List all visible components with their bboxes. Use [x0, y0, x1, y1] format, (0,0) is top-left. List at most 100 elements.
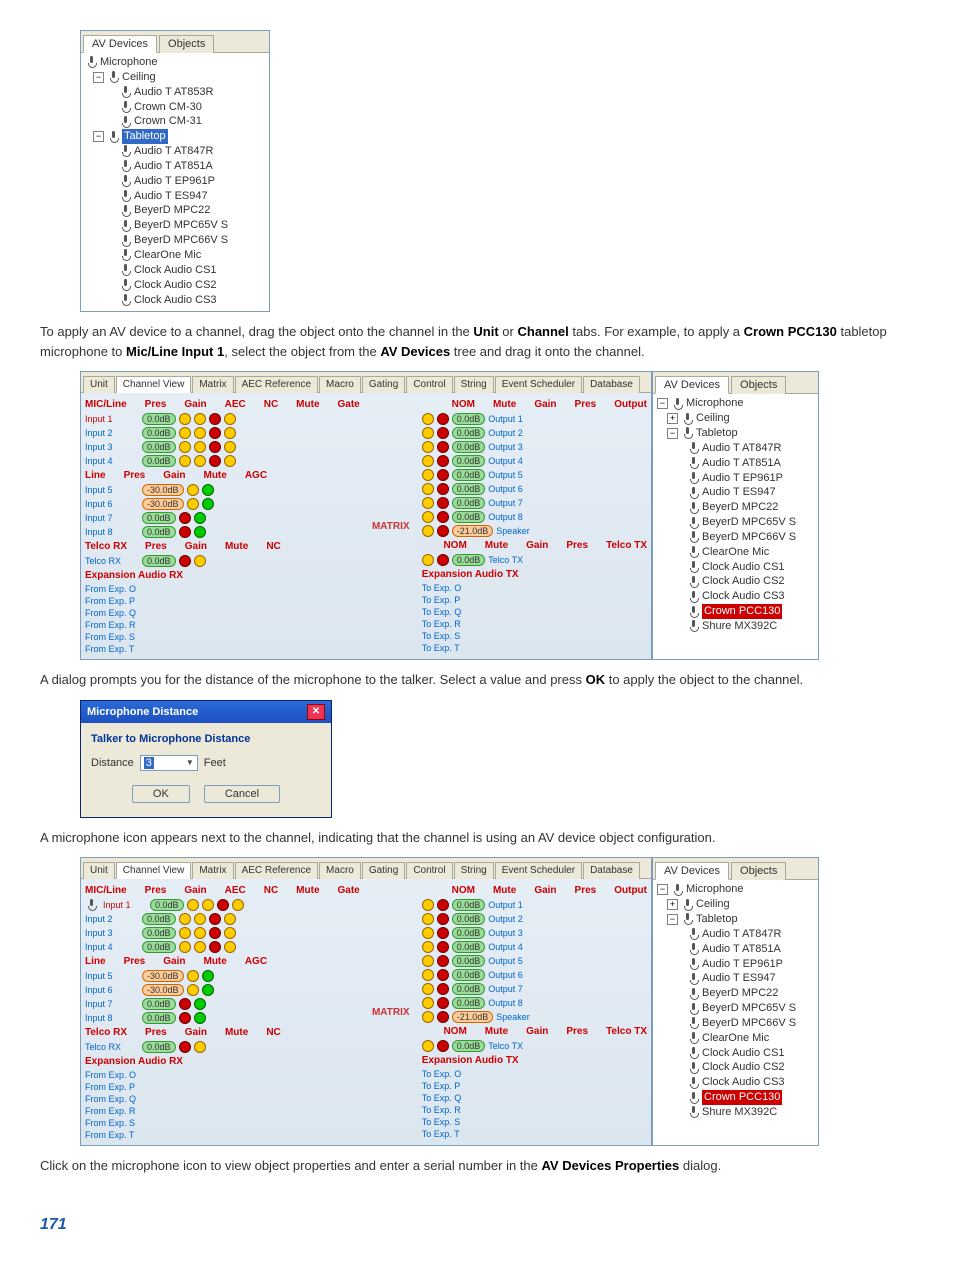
- nc-dot[interactable]: [194, 927, 206, 939]
- exp-out-row[interactable]: To Exp. O: [422, 582, 647, 594]
- collapse-icon[interactable]: −: [93, 72, 104, 83]
- gain[interactable]: 0.0dB: [142, 1041, 176, 1053]
- channel-row[interactable]: Input 30.0dB: [85, 440, 360, 454]
- out-row[interactable]: 0.0dBOutput 4: [422, 454, 647, 468]
- nom-dot[interactable]: [422, 554, 434, 566]
- aec-dot[interactable]: [179, 927, 191, 939]
- nom-dot[interactable]: [422, 497, 434, 509]
- tab-av-devices[interactable]: AV Devices: [655, 862, 729, 880]
- nom-dot[interactable]: [422, 1011, 434, 1023]
- gain[interactable]: 0.0dB: [452, 913, 486, 925]
- exp-row[interactable]: From Exp. T: [85, 1129, 360, 1141]
- channel-row[interactable]: Telco RX0.0dB: [85, 1040, 360, 1054]
- nom-dot[interactable]: [422, 455, 434, 467]
- agc-dot[interactable]: [202, 984, 214, 996]
- mute-dot[interactable]: [437, 899, 449, 911]
- channel-row[interactable]: Input 30.0dB: [85, 926, 360, 940]
- tab-matrix[interactable]: Matrix: [192, 862, 233, 879]
- tree-item[interactable]: Audio T AT851A: [655, 942, 818, 957]
- gain[interactable]: 0.0dB: [142, 1012, 176, 1024]
- gate-dot[interactable]: [224, 455, 236, 467]
- tab-event[interactable]: Event Scheduler: [495, 376, 582, 393]
- gain[interactable]: 0.0dB: [142, 427, 176, 439]
- tab-control[interactable]: Control: [406, 862, 452, 879]
- mute-dot[interactable]: [187, 984, 199, 996]
- gain[interactable]: 0.0dB: [452, 941, 486, 953]
- mute-dot[interactable]: [437, 441, 449, 453]
- mute-dot[interactable]: [179, 512, 191, 524]
- mute-dot[interactable]: [187, 484, 199, 496]
- gain[interactable]: -30.0dB: [142, 970, 184, 982]
- gain[interactable]: -30.0dB: [142, 484, 184, 496]
- tree-item[interactable]: Audio T EP961P: [655, 471, 818, 486]
- gain[interactable]: -30.0dB: [142, 984, 184, 996]
- tree-item[interactable]: BeyerD MPC22: [655, 986, 818, 1001]
- nom-dot[interactable]: [422, 955, 434, 967]
- nc-dot[interactable]: [194, 455, 206, 467]
- mute-dot[interactable]: [437, 554, 449, 566]
- tab-control[interactable]: Control: [406, 376, 452, 393]
- tab-objects[interactable]: Objects: [731, 862, 786, 880]
- out-row[interactable]: -21.0dBSpeaker: [422, 1010, 647, 1024]
- exp-out-row[interactable]: To Exp. T: [422, 642, 647, 654]
- gain[interactable]: 0.0dB: [142, 526, 176, 538]
- tree-item[interactable]: ClearOne Mic: [83, 248, 269, 263]
- mute-dot[interactable]: [437, 1011, 449, 1023]
- mute-dot[interactable]: [437, 427, 449, 439]
- nom-dot[interactable]: [422, 913, 434, 925]
- ok-button[interactable]: OK: [132, 785, 190, 803]
- tree-item[interactable]: −Microphone: [655, 396, 818, 411]
- channel-mic-icon[interactable]: [85, 899, 97, 911]
- channel-row[interactable]: Input 70.0dB: [85, 997, 360, 1011]
- gate-dot[interactable]: [224, 441, 236, 453]
- mute-dot[interactable]: [209, 941, 221, 953]
- channel-row-with-mic[interactable]: Input 10.0dB: [85, 898, 360, 912]
- tab-database[interactable]: Database: [583, 862, 640, 879]
- gain[interactable]: 0.0dB: [452, 969, 486, 981]
- expand-icon[interactable]: +: [667, 899, 678, 910]
- tree-item[interactable]: Audio T AT847R: [83, 144, 269, 159]
- out-row[interactable]: 0.0dBOutput 5: [422, 468, 647, 482]
- tree-item[interactable]: ClearOne Mic: [655, 1031, 818, 1046]
- gain[interactable]: 0.0dB: [142, 913, 176, 925]
- mute-dot[interactable]: [179, 555, 191, 567]
- mute-dot[interactable]: [437, 997, 449, 1009]
- mute-dot[interactable]: [437, 969, 449, 981]
- nom-dot[interactable]: [422, 969, 434, 981]
- gain[interactable]: -21.0dB: [452, 525, 494, 537]
- exp-row[interactable]: From Exp. O: [85, 583, 360, 595]
- gain[interactable]: 0.0dB: [452, 554, 486, 566]
- channel-row[interactable]: Input 80.0dB: [85, 1011, 360, 1025]
- mute-dot[interactable]: [187, 498, 199, 510]
- tab-channel-view[interactable]: Channel View: [116, 862, 192, 879]
- agc-dot[interactable]: [202, 498, 214, 510]
- gate-dot[interactable]: [224, 427, 236, 439]
- channel-row[interactable]: Input 40.0dB: [85, 940, 360, 954]
- nc-dot[interactable]: [194, 913, 206, 925]
- tree-root[interactable]: Microphone: [83, 55, 269, 70]
- mute-dot[interactable]: [437, 955, 449, 967]
- out-row[interactable]: 0.0dBTelco TX: [422, 1039, 647, 1053]
- gate-dot[interactable]: [224, 913, 236, 925]
- mute-dot[interactable]: [187, 970, 199, 982]
- gain[interactable]: 0.0dB: [142, 927, 176, 939]
- out-row[interactable]: 0.0dBOutput 3: [422, 440, 647, 454]
- tree-item[interactable]: Audio T AT851A: [83, 159, 269, 174]
- tab-objects[interactable]: Objects: [159, 35, 214, 53]
- nc-dot[interactable]: [194, 441, 206, 453]
- nom-dot[interactable]: [422, 983, 434, 995]
- tree-category-tabletop[interactable]: − Tabletop: [83, 129, 269, 144]
- mute-dot[interactable]: [209, 427, 221, 439]
- channel-row[interactable]: Input 5-30.0dB: [85, 969, 360, 983]
- gain[interactable]: 0.0dB: [142, 455, 176, 467]
- out-row[interactable]: 0.0dBOutput 8: [422, 996, 647, 1010]
- aec-dot[interactable]: [179, 441, 191, 453]
- exp-row[interactable]: From Exp. P: [85, 595, 360, 607]
- gain[interactable]: 0.0dB: [452, 413, 486, 425]
- tree-item[interactable]: Audio T ES947: [83, 189, 269, 204]
- mute-dot[interactable]: [437, 941, 449, 953]
- gain[interactable]: 0.0dB: [452, 997, 486, 1009]
- tree-item[interactable]: Audio T AT847R: [655, 927, 818, 942]
- exp-row[interactable]: From Exp. S: [85, 631, 360, 643]
- tree-item[interactable]: Clock Audio CS2: [655, 1060, 818, 1075]
